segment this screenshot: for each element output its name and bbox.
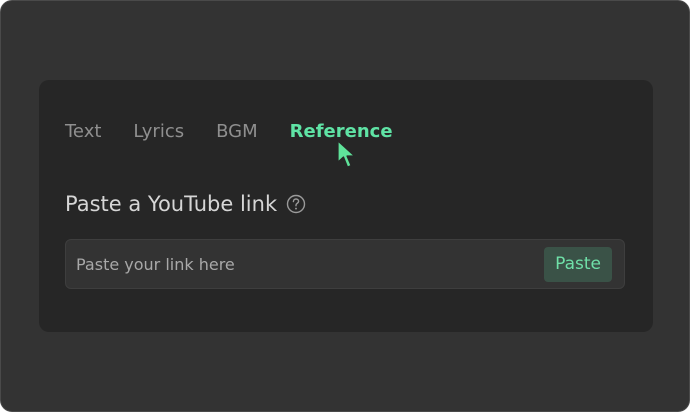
app-window: Text Lyrics BGM Reference Paste a YouTub… [0,0,690,412]
section-title: Paste a YouTube link [65,192,278,216]
tab-text[interactable]: Text [65,120,101,144]
youtube-link-input[interactable] [76,240,526,288]
tab-bgm[interactable]: BGM [216,120,258,144]
paste-button[interactable]: Paste [544,247,612,282]
link-input-container: Paste [65,239,625,289]
mouse-pointer-icon [337,140,356,168]
section-heading: Paste a YouTube link [65,190,306,218]
question-circle-icon[interactable] [286,194,306,214]
reference-panel: Text Lyrics BGM Reference Paste a YouTub… [39,80,653,332]
tab-lyrics[interactable]: Lyrics [133,120,184,144]
